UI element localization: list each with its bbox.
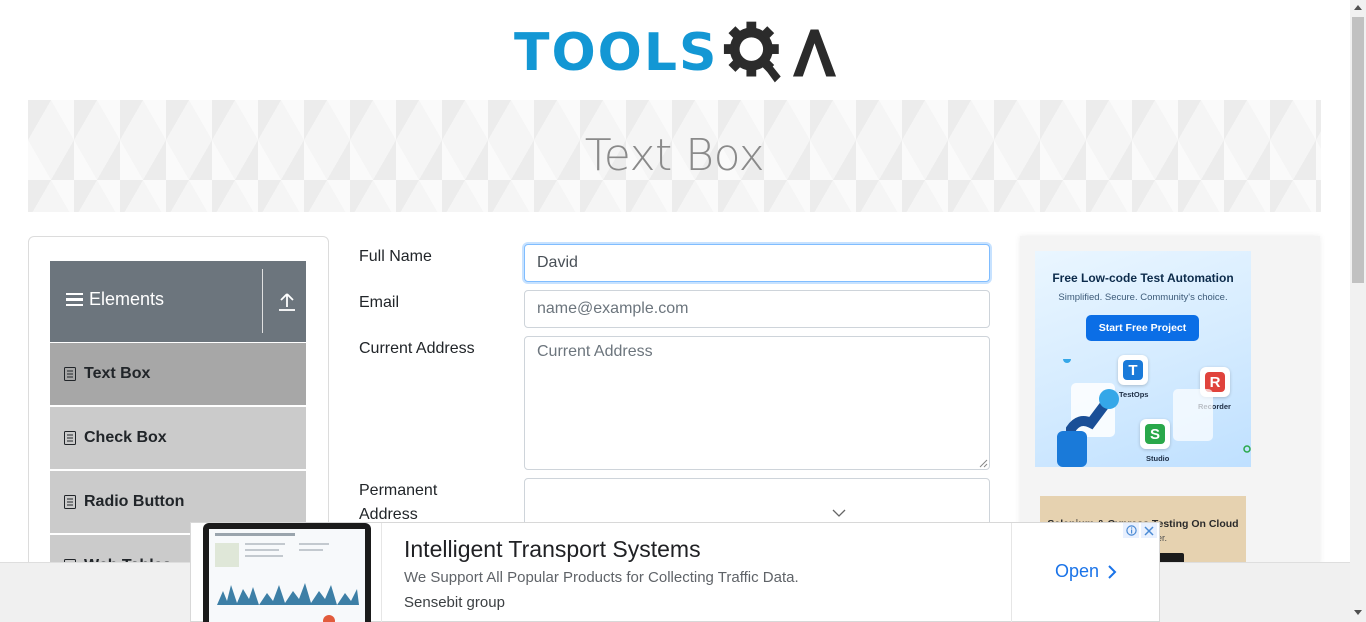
- ad-thumbnail-screen: [209, 529, 365, 622]
- ad-headline: Free Low-code Test Automation: [1052, 271, 1234, 285]
- ad-open-button[interactable]: Open: [1055, 561, 1117, 582]
- start-free-project-button[interactable]: Start Free Project: [1086, 315, 1199, 341]
- vertical-scrollbar[interactable]: [1350, 0, 1366, 622]
- group-title: Elements: [66, 289, 164, 310]
- close-ad-icon[interactable]: [1141, 523, 1157, 538]
- page-banner: Text Box: [28, 100, 1321, 212]
- chevron-right-icon: [1108, 564, 1117, 579]
- sidebar-item-label: Check Box: [84, 429, 167, 446]
- ad-description: We Support All Popular Products for Coll…: [404, 569, 799, 586]
- current-address-wrapper: [524, 336, 990, 470]
- open-label: Open: [1055, 561, 1100, 581]
- resize-handle-icon[interactable]: [979, 459, 988, 468]
- adchoices-info-icon[interactable]: [1123, 523, 1139, 538]
- group-title-label: Elements: [89, 289, 165, 309]
- toolsqa-logo[interactable]: TOOLS: [514, 14, 838, 92]
- full-name-input[interactable]: [524, 244, 990, 282]
- logo-text: TOOLS: [514, 23, 719, 83]
- full-name-label: Full Name: [359, 248, 432, 265]
- robot-illustration: [1057, 359, 1251, 467]
- page: TOOLS Text Box Elements Text Box Check B…: [0, 0, 1366, 622]
- list-icon: [64, 367, 76, 381]
- current-address-textarea[interactable]: [524, 336, 990, 470]
- permanent-address-label: Permanent Address: [359, 482, 438, 523]
- logo-letter-a: [792, 29, 837, 77]
- email-input[interactable]: [524, 290, 990, 328]
- sidebar-item-label: Radio Button: [84, 493, 185, 510]
- ad-thumbnail: [203, 523, 371, 622]
- ad-choices: [1123, 523, 1157, 538]
- ad-subline: Simplified. Secure. Community's choice.: [1058, 292, 1228, 303]
- current-address-label: Current Address: [359, 340, 475, 357]
- ad-brand: Sensebit group: [404, 594, 505, 611]
- email-label: Email: [359, 294, 400, 311]
- sidebar-item-check-box[interactable]: Check Box: [50, 407, 306, 469]
- ad-title[interactable]: Intelligent Transport Systems: [404, 536, 701, 563]
- page-title: Text Box: [584, 130, 765, 181]
- sidebar-item-text-box[interactable]: Text Box: [50, 343, 306, 405]
- elements-group-header[interactable]: Elements: [50, 261, 306, 342]
- right-ad-column: Free Low-code Test Automation Simplified…: [1020, 236, 1320, 566]
- gear-search-icon: [724, 21, 782, 83]
- sidebar-item-label: Text Box: [84, 365, 151, 382]
- list-icon: [64, 431, 76, 445]
- chevron-down-icon: [832, 509, 846, 517]
- scrollbar-thumb[interactable]: [1352, 17, 1364, 283]
- scroll-down-icon[interactable]: [1354, 610, 1362, 616]
- traffic-chart-thumbnail: [215, 533, 359, 622]
- bottom-overlay-ad[interactable]: Intelligent Transport Systems We Support…: [190, 522, 1160, 622]
- divider: [1011, 523, 1012, 622]
- katalon-ad[interactable]: Free Low-code Test Automation Simplified…: [1035, 251, 1251, 467]
- hamburger-icon: [66, 292, 83, 307]
- collapse-upload-icon[interactable]: [276, 291, 298, 313]
- list-icon: [64, 495, 76, 509]
- divider: [262, 269, 263, 333]
- divider: [381, 523, 382, 622]
- scroll-up-icon[interactable]: [1354, 4, 1362, 10]
